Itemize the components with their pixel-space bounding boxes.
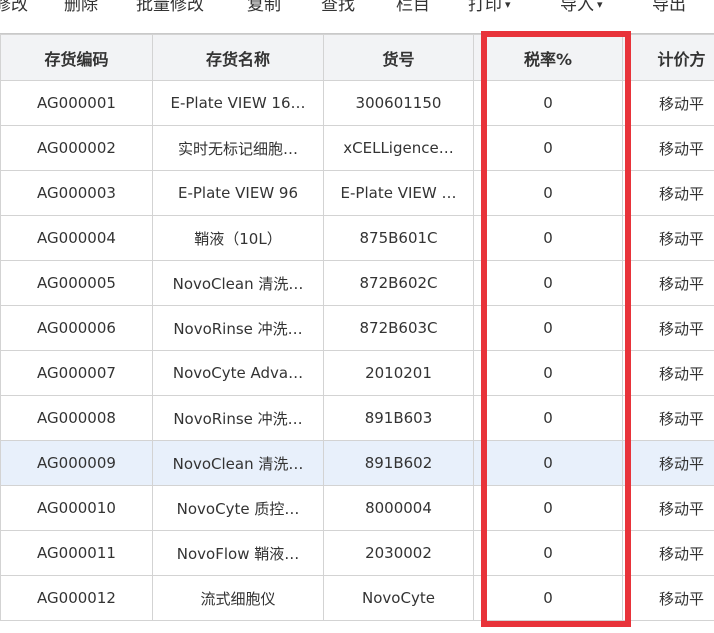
cell-tax-rate[interactable]: 0: [473, 170, 623, 216]
export-button[interactable]: 导出: [652, 0, 686, 20]
cell-price-method[interactable]: 移动平: [622, 350, 714, 396]
chevron-down-icon: ▾: [597, 0, 603, 11]
inventory-table-frame: 存货编码 存货名称 货号 税率% 计价方 AG000001 E-Plate VIE…: [0, 33, 714, 633]
cell-item-no[interactable]: 2010201: [323, 350, 474, 396]
cell-tax-rate[interactable]: 0: [473, 215, 623, 261]
table-row[interactable]: AG000007 NovoCyte Adva… 2010201 0 移动平: [0, 350, 714, 396]
print-button[interactable]: 打印 ▾: [468, 0, 511, 20]
cell-item-no[interactable]: 8000004: [323, 485, 474, 531]
column-header-price-method[interactable]: 计价方: [622, 34, 714, 81]
inventory-list-window: 修改 删除 批量修改 复制 查找 栏目 打印 ▾ 导入 ▾ 导出 存货编码 存货名称…: [0, 0, 714, 633]
batch-edit-button[interactable]: 批量修改: [136, 0, 204, 20]
cell-code[interactable]: AG000011: [0, 530, 153, 576]
cell-tax-rate[interactable]: 0: [473, 485, 623, 531]
cell-name[interactable]: 流式细胞仪: [152, 575, 324, 621]
cell-code[interactable]: AG000006: [0, 305, 153, 351]
cell-name[interactable]: NovoRinse 冲洗…: [152, 305, 324, 351]
cell-tax-rate[interactable]: 0: [473, 80, 623, 126]
cell-item-no[interactable]: 875B601C: [323, 215, 474, 261]
cell-name[interactable]: NovoClean 清洗…: [152, 440, 324, 486]
cell-name[interactable]: NovoCyte 质控…: [152, 485, 324, 531]
cell-tax-rate[interactable]: 0: [473, 305, 623, 351]
cell-item-no[interactable]: 300601150: [323, 80, 474, 126]
cell-tax-rate[interactable]: 0: [473, 575, 623, 621]
cell-item-no[interactable]: E-Plate VIEW …: [323, 170, 474, 216]
copy-button[interactable]: 复制: [247, 0, 281, 20]
delete-button[interactable]: 删除: [64, 0, 98, 20]
cell-code[interactable]: AG000012: [0, 575, 153, 621]
cell-price-method[interactable]: 移动平: [622, 440, 714, 486]
cell-price-method[interactable]: 移动平: [622, 125, 714, 171]
cell-price-method[interactable]: 移动平: [622, 260, 714, 306]
cell-item-no[interactable]: 891B602: [323, 440, 474, 486]
toolbar: 修改 删除 批量修改 复制 查找 栏目 打印 ▾ 导入 ▾ 导出: [0, 0, 714, 22]
cell-code[interactable]: AG000003: [0, 170, 153, 216]
cell-name[interactable]: NovoRinse 冲洗…: [152, 395, 324, 441]
cell-tax-rate[interactable]: 0: [473, 440, 623, 486]
cell-code[interactable]: AG000008: [0, 395, 153, 441]
chevron-down-icon: ▾: [505, 0, 511, 11]
table-row[interactable]: AG000011 NovoFlow 鞘液… 2030002 0 移动平: [0, 530, 714, 576]
cell-name[interactable]: E-Plate VIEW 96: [152, 170, 324, 216]
column-header-name[interactable]: 存货名称: [152, 34, 324, 81]
cell-code[interactable]: AG000004: [0, 215, 153, 261]
import-button[interactable]: 导入 ▾: [560, 0, 603, 20]
cell-price-method[interactable]: 移动平: [622, 575, 714, 621]
cell-code[interactable]: AG000007: [0, 350, 153, 396]
cell-code[interactable]: AG000010: [0, 485, 153, 531]
cell-item-no[interactable]: xCELLigence…: [323, 125, 474, 171]
table-row[interactable]: AG000002 实时无标记细胞… xCELLigence… 0 移动平: [0, 125, 714, 171]
table-row[interactable]: AG000009 NovoClean 清洗… 891B602 0 移动平: [0, 440, 714, 486]
table-row[interactable]: AG000005 NovoClean 清洗… 872B602C 0 移动平: [0, 260, 714, 306]
cell-item-no[interactable]: 891B603: [323, 395, 474, 441]
cell-item-no[interactable]: 2030002: [323, 530, 474, 576]
table-row[interactable]: AG000003 E-Plate VIEW 96 E-Plate VIEW … 0 移动…: [0, 170, 714, 216]
inventory-table: 存货编码 存货名称 货号 税率% 计价方 AG000001 E-Plate VIE…: [0, 34, 714, 621]
cell-price-method[interactable]: 移动平: [622, 80, 714, 126]
cell-item-no[interactable]: 872B602C: [323, 260, 474, 306]
cell-price-method[interactable]: 移动平: [622, 305, 714, 351]
cell-name[interactable]: NovoCyte Adva…: [152, 350, 324, 396]
cell-name[interactable]: 实时无标记细胞…: [152, 125, 324, 171]
table-header-row: 存货编码 存货名称 货号 税率% 计价方: [0, 34, 714, 81]
find-button[interactable]: 查找: [321, 0, 355, 20]
cell-name[interactable]: NovoFlow 鞘液…: [152, 530, 324, 576]
cell-code[interactable]: AG000002: [0, 125, 153, 171]
columns-button[interactable]: 栏目: [396, 0, 430, 20]
cell-price-method[interactable]: 移动平: [622, 395, 714, 441]
cell-name[interactable]: 鞘液（10L）: [152, 215, 324, 261]
cell-code[interactable]: AG000009: [0, 440, 153, 486]
column-header-code[interactable]: 存货编码: [0, 34, 153, 81]
cell-price-method[interactable]: 移动平: [622, 485, 714, 531]
table-body: AG000001 E-Plate VIEW 16… 300601150 0 移动平 AG0…: [0, 80, 714, 621]
cell-tax-rate[interactable]: 0: [473, 125, 623, 171]
table-row[interactable]: AG000012 流式细胞仪 NovoCyte 0 移动平: [0, 575, 714, 621]
cell-code[interactable]: AG000001: [0, 80, 153, 126]
column-header-item-no[interactable]: 货号: [323, 34, 474, 81]
cell-item-no[interactable]: NovoCyte: [323, 575, 474, 621]
cell-price-method[interactable]: 移动平: [622, 170, 714, 216]
table-row[interactable]: AG000006 NovoRinse 冲洗… 872B603C 0 移动平: [0, 305, 714, 351]
cell-item-no[interactable]: 872B603C: [323, 305, 474, 351]
table-row[interactable]: AG000004 鞘液（10L） 875B601C 0 移动平: [0, 215, 714, 261]
column-header-tax-rate[interactable]: 税率%: [473, 34, 623, 81]
cell-name[interactable]: NovoClean 清洗…: [152, 260, 324, 306]
cell-name[interactable]: E-Plate VIEW 16…: [152, 80, 324, 126]
cell-price-method[interactable]: 移动平: [622, 530, 714, 576]
cell-code[interactable]: AG000005: [0, 260, 153, 306]
table-row[interactable]: AG000010 NovoCyte 质控… 8000004 0 移动平: [0, 485, 714, 531]
edit-button[interactable]: 修改: [0, 0, 28, 20]
cell-tax-rate[interactable]: 0: [473, 530, 623, 576]
table-row[interactable]: AG000008 NovoRinse 冲洗… 891B603 0 移动平: [0, 395, 714, 441]
table-row[interactable]: AG000001 E-Plate VIEW 16… 300601150 0 移动平: [0, 80, 714, 126]
cell-tax-rate[interactable]: 0: [473, 395, 623, 441]
cell-tax-rate[interactable]: 0: [473, 350, 623, 396]
cell-price-method[interactable]: 移动平: [622, 215, 714, 261]
cell-tax-rate[interactable]: 0: [473, 260, 623, 306]
